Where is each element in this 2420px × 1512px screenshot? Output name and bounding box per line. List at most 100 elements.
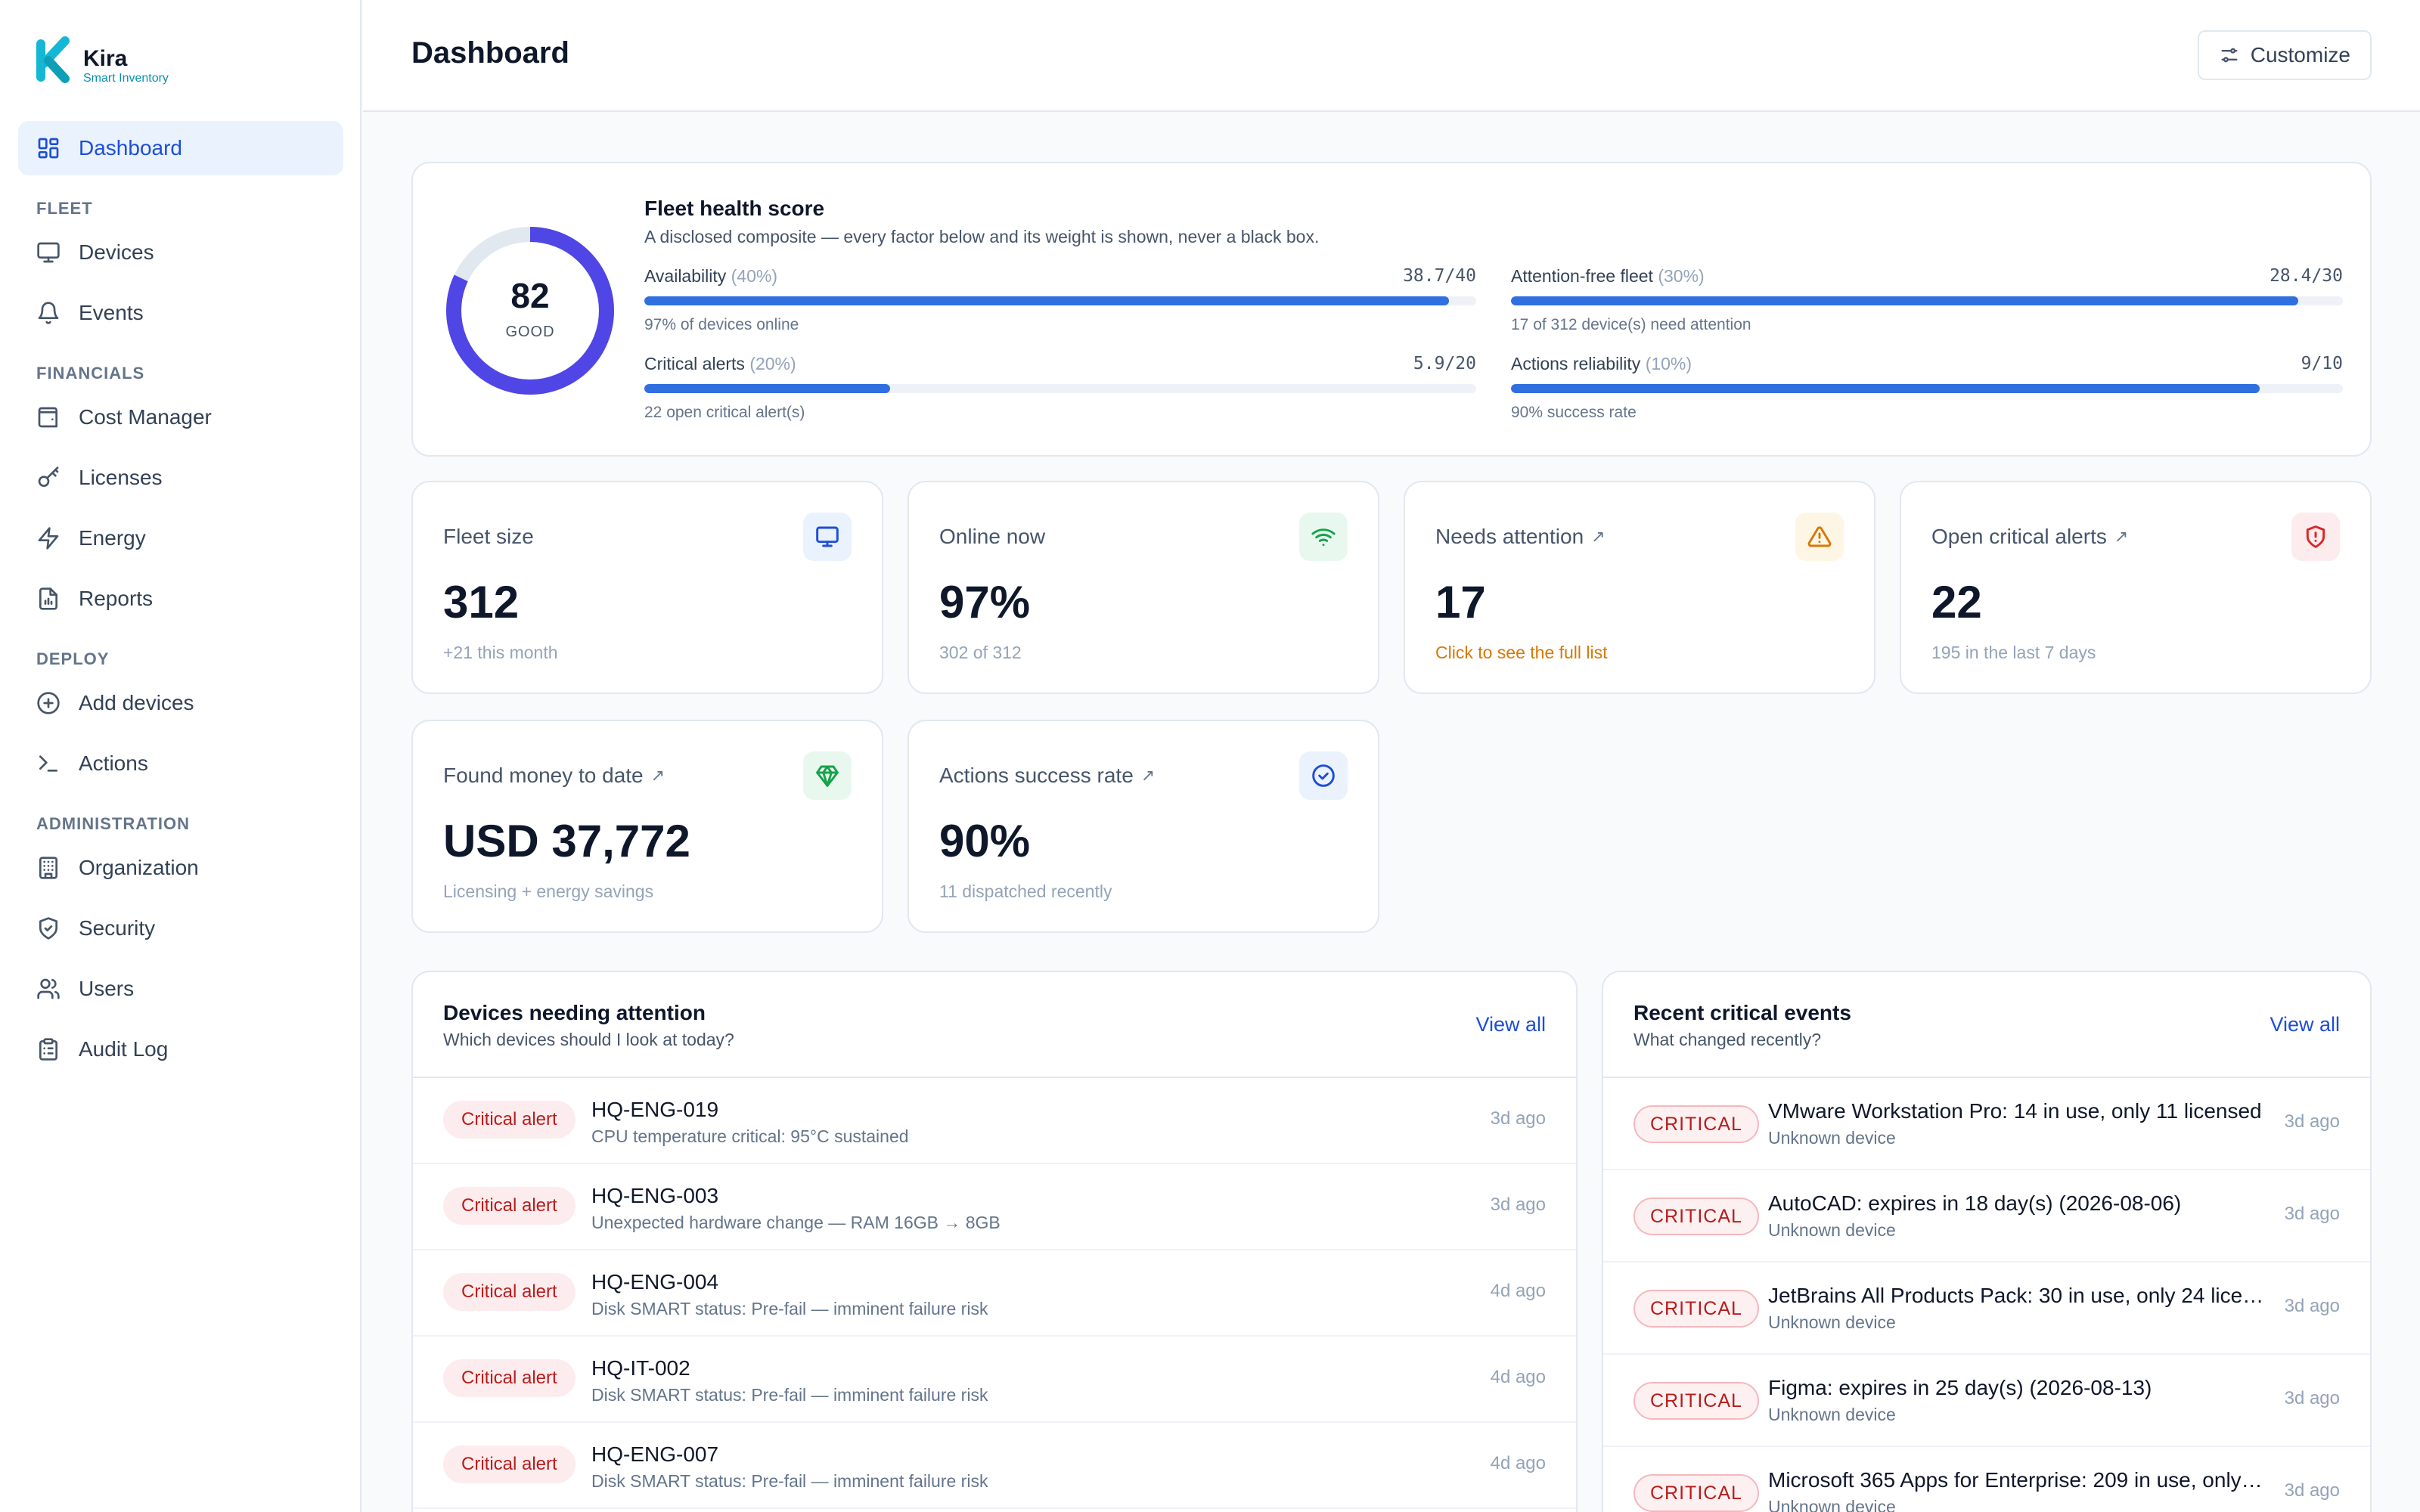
- factor-bar-track: [644, 384, 1476, 393]
- attention-row[interactable]: Critical alert HQ-ENG-019 CPU temperatur…: [413, 1078, 1576, 1164]
- kpi-value: 22: [1931, 577, 1982, 627]
- sidebar-item-cost-manager[interactable]: Cost Manager: [18, 390, 343, 445]
- event-row[interactable]: CRITICAL Figma: expires in 25 day(s) (20…: [1603, 1355, 2370, 1447]
- sidebar-item-audit-log[interactable]: Audit Log: [18, 1022, 343, 1077]
- device-issue: Unexpected hardware change — RAM 16GB → …: [591, 1213, 1001, 1232]
- report-file-icon: [39, 587, 57, 610]
- sidebar-item-label: Add devices: [79, 691, 194, 714]
- device-name: HQ-ENG-003: [591, 1184, 719, 1207]
- critical-badge: CRITICAL: [1634, 1290, 1759, 1328]
- brand-name: Kira: [83, 46, 128, 71]
- event-row[interactable]: CRITICAL AutoCAD: expires in 18 day(s) (…: [1603, 1170, 2370, 1263]
- kpi-label: Fleet size: [443, 525, 534, 548]
- kpi-found-money[interactable]: Found money to date ↗ USD 37,772 Licensin…: [411, 720, 883, 933]
- kpi-label: Online now: [939, 525, 1046, 548]
- event-row[interactable]: CRITICAL VMware Workstation Pro: 14 in u…: [1603, 1078, 2370, 1170]
- view-all-events-link[interactable]: View all: [2270, 1013, 2340, 1036]
- attention-row[interactable]: Critical alert HQ-ENG-003 Unexpected har…: [413, 1164, 1576, 1250]
- health-score-value: 82: [510, 276, 550, 315]
- customize-button[interactable]: Customize: [2197, 30, 2372, 80]
- sidebar-item-add-devices[interactable]: Add devices: [18, 676, 343, 730]
- event-device: Unknown device: [1768, 1312, 1896, 1332]
- bell-icon: [38, 302, 59, 324]
- key-icon: [38, 466, 59, 487]
- sidebar-item-label: Actions: [79, 751, 148, 775]
- kpi-label: Found money to date: [443, 764, 644, 787]
- sidebar-item-actions[interactable]: Actions: [18, 736, 343, 791]
- kpi-value: 312: [443, 577, 520, 627]
- row-timestamp: 3d ago: [2284, 1204, 2340, 1224]
- wallet-icon: [38, 407, 57, 428]
- terminal-icon: [39, 755, 57, 772]
- kpi-needs-attention[interactable]: Needs attention ↗ 17 Click to see the ful…: [1404, 481, 1876, 694]
- sidebar-nav: Dashboard FLEET Devices Events FINANCIAL…: [18, 121, 343, 1083]
- factor-value: 28.4/30: [2270, 266, 2343, 286]
- row-timestamp: 3d ago: [2284, 1111, 2340, 1132]
- sidebar-section-deploy: DEPLOY: [36, 649, 110, 668]
- factor-attention-free: Attention-free fleet (30%) 28.4/30 17 of…: [1511, 266, 2343, 334]
- attention-list: Critical alert HQ-ENG-019 CPU temperatur…: [413, 1077, 1576, 1509]
- critical-alert-badge: Critical alert: [443, 1359, 576, 1397]
- brand-logo[interactable]: Kira Smart Inventory: [35, 36, 169, 86]
- factor-note: 97% of devices online: [644, 316, 799, 333]
- health-subtitle: A disclosed composite — every factor bel…: [644, 227, 1320, 246]
- attention-row[interactable]: Critical alert HQ-IT-002 Disk SMART stat…: [413, 1337, 1576, 1423]
- event-title: AutoCAD: expires in 18 day(s) (2026-08-0…: [1768, 1191, 2182, 1215]
- factor-weight: (30%): [1658, 266, 1705, 286]
- sidebar-item-organization[interactable]: Organization: [18, 841, 343, 895]
- sidebar-item-dashboard[interactable]: Dashboard: [18, 121, 343, 175]
- kpi-fleet-size[interactable]: Fleet size 312 +21 this month: [411, 481, 883, 694]
- event-title: VMware Workstation Pro: 14 in use, only …: [1768, 1099, 2262, 1123]
- event-row[interactable]: CRITICAL Microsoft 365 Apps for Enterpri…: [1603, 1447, 2370, 1512]
- section-title: Recent critical events: [1634, 1001, 1851, 1024]
- view-all-devices-link[interactable]: View all: [1475, 1013, 1546, 1036]
- external-arrow-icon: ↗: [2114, 527, 2129, 546]
- row-timestamp: 3d ago: [2284, 1480, 2340, 1501]
- kpi-note: +21 this month: [443, 643, 558, 662]
- section-subtitle: What changed recently?: [1634, 1030, 1822, 1049]
- shield-alert-icon: [2291, 513, 2340, 561]
- row-timestamp: 3d ago: [1490, 1108, 1546, 1129]
- check-circle-icon: [1299, 751, 1348, 800]
- sidebar-item-label: Cost Manager: [79, 405, 212, 429]
- factor-value: 9/10: [2301, 354, 2343, 373]
- sidebar-item-licenses[interactable]: Licenses: [18, 451, 343, 505]
- kpi-online-now[interactable]: Online now 97% 302 of 312: [908, 481, 1379, 694]
- sidebar-item-security[interactable]: Security: [18, 901, 343, 956]
- see-full-list-link[interactable]: Click to see the full list: [1435, 643, 1608, 663]
- sidebar-item-reports[interactable]: Reports: [18, 572, 343, 626]
- factor-availability: Availability (40%) 38.7/40 97% of device…: [644, 266, 1476, 334]
- sidebar-section-administration: ADMINISTRATION: [36, 814, 191, 833]
- kpi-open-critical-alerts[interactable]: Open critical alerts ↗ 22 195 in the last…: [1900, 481, 2372, 694]
- event-title: Figma: expires in 25 day(s) (2026-08-13): [1768, 1376, 2152, 1399]
- customize-label: Customize: [2250, 43, 2350, 67]
- sidebar-item-users[interactable]: Users: [18, 962, 343, 1016]
- monitor-icon: [803, 513, 852, 561]
- row-timestamp: 4d ago: [1490, 1453, 1546, 1473]
- event-title: Microsoft 365 Apps for Enterprise: 209 i…: [1768, 1468, 2264, 1492]
- event-row[interactable]: CRITICAL JetBrains All Products Pack: 30…: [1603, 1263, 2370, 1355]
- sidebar-item-energy[interactable]: Energy: [18, 511, 343, 565]
- event-device: Unknown device: [1768, 1405, 1896, 1424]
- wifi-icon: [1299, 513, 1348, 561]
- device-issue: Disk SMART status: Pre-fail — imminent f…: [591, 1385, 988, 1405]
- kpi-value: USD 37,772: [443, 816, 690, 866]
- dashboard-grid-icon: [38, 138, 59, 159]
- critical-alert-badge: Critical alert: [443, 1187, 576, 1225]
- factor-bar-fill: [644, 296, 1450, 305]
- device-issue: Disk SMART status: Pre-fail — imminent f…: [591, 1471, 988, 1491]
- factor-value: 38.7/40: [1403, 266, 1476, 286]
- factor-note: 90% success rate: [1511, 404, 1637, 421]
- health-title: Fleet health score: [644, 197, 825, 220]
- factor-weight: (40%): [731, 266, 777, 286]
- kpi-actions-success-rate[interactable]: Actions success rate ↗ 90% 11 dispatched …: [908, 720, 1379, 933]
- event-device: Unknown device: [1768, 1220, 1896, 1240]
- kpi-label: Actions success rate: [939, 764, 1134, 787]
- page-title: Dashboard: [411, 36, 569, 70]
- factor-bar-fill: [644, 384, 890, 393]
- sidebar-item-devices[interactable]: Devices: [18, 225, 343, 280]
- attention-row[interactable]: Critical alert HQ-ENG-007 Disk SMART sta…: [413, 1423, 1576, 1509]
- lightning-icon: [38, 527, 59, 550]
- sidebar-item-events[interactable]: Events: [18, 286, 343, 340]
- attention-row[interactable]: Critical alert HQ-ENG-004 Disk SMART sta…: [413, 1250, 1576, 1337]
